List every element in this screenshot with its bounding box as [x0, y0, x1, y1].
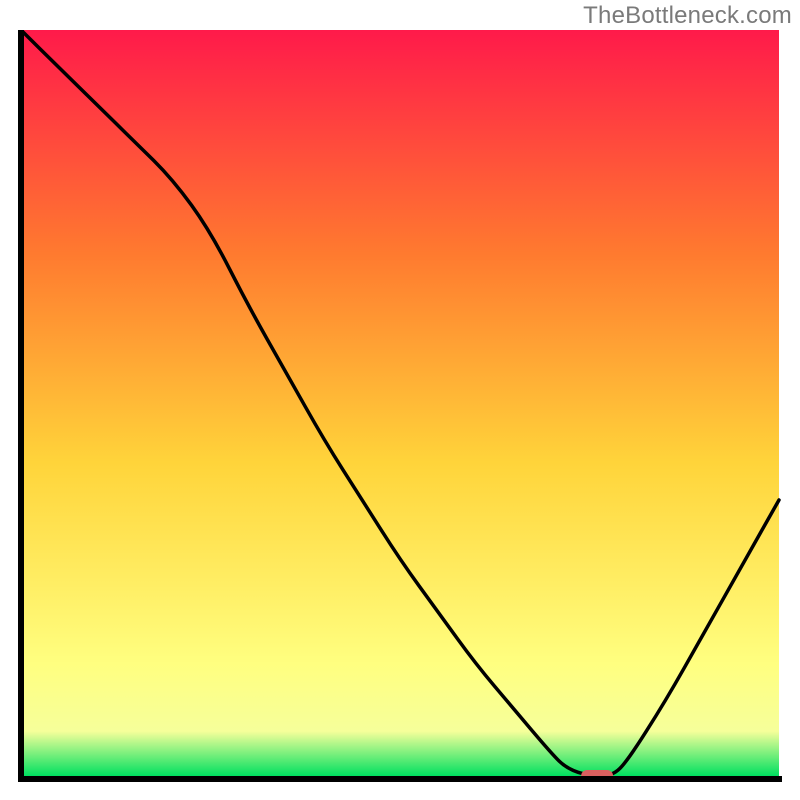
chart-container: TheBottleneck.com: [0, 0, 800, 800]
bottleneck-plot: [18, 30, 782, 782]
plot-wrapper: [18, 30, 782, 782]
watermark-text: TheBottleneck.com: [583, 2, 792, 30]
